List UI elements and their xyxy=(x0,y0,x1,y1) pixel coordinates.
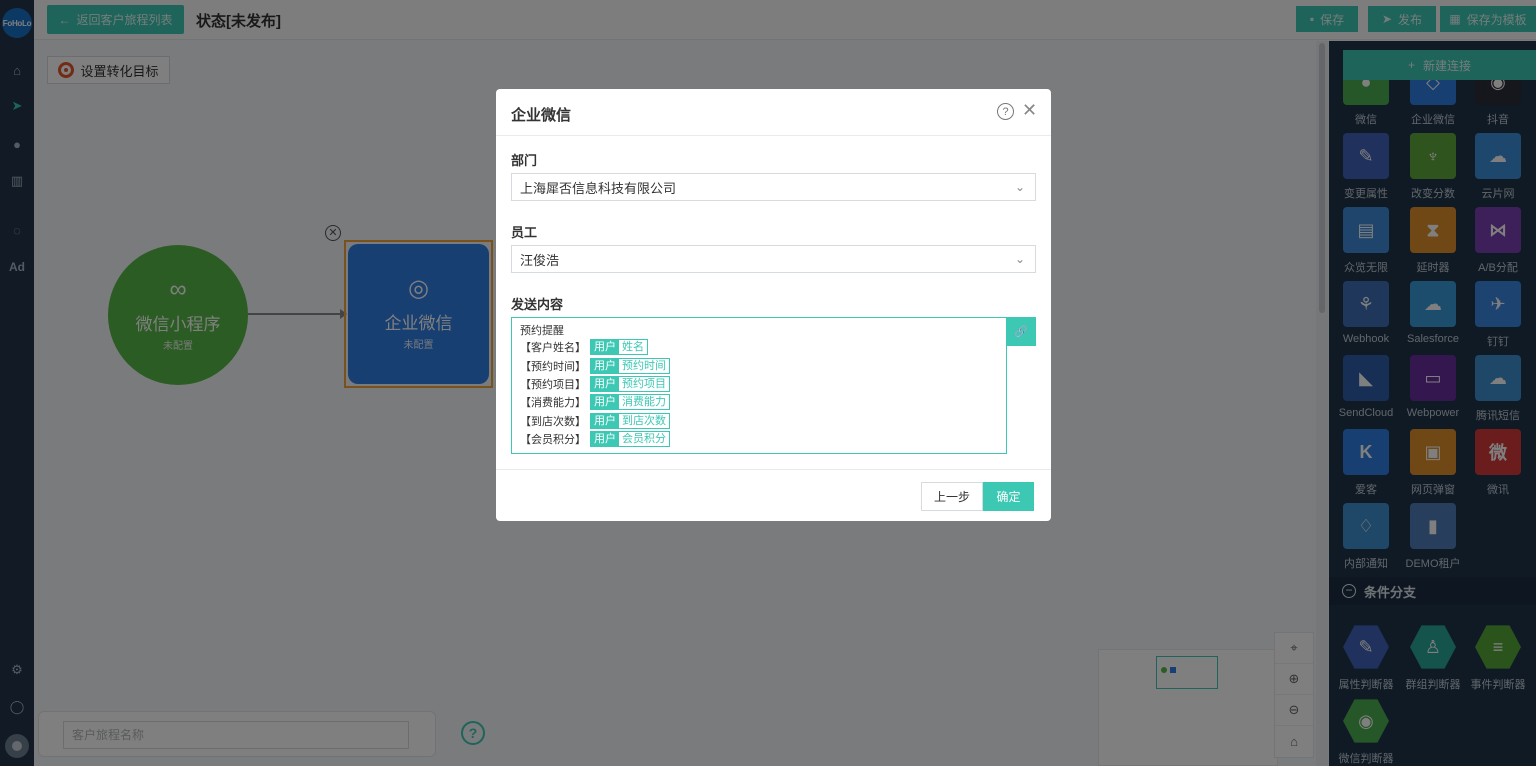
dept-value: 上海犀否信息科技有限公司 xyxy=(520,180,677,196)
tag-field: 消费能力 xyxy=(619,395,669,410)
tag-field: 会员积分 xyxy=(619,432,669,447)
variable-tag[interactable]: 用户 预约项目 xyxy=(590,375,670,392)
line-label: 【预约时间】 xyxy=(520,360,586,373)
variable-tag[interactable]: 用户 消费能力 xyxy=(590,394,670,411)
variable-tag[interactable]: 用户 预约时间 xyxy=(590,357,670,374)
previous-step-button[interactable]: 上一步 xyxy=(921,482,983,511)
message-line: 【预约时间】 用户 预约时间 xyxy=(520,356,998,374)
tag-field: 预约项目 xyxy=(619,376,669,391)
line-label: 【到店次数】 xyxy=(520,415,586,428)
chevron-down-icon: ⌄ xyxy=(1014,252,1025,266)
message-line: 【到店次数】 用户 到店次数 xyxy=(520,412,998,430)
tag-field: 姓名 xyxy=(619,340,647,355)
content-label: 发送内容 xyxy=(511,297,564,312)
tag-source: 用户 xyxy=(591,376,619,391)
staff-label: 员工 xyxy=(511,225,538,240)
line-label: 【消费能力】 xyxy=(520,397,586,410)
close-icon[interactable]: ✕ xyxy=(1022,100,1037,121)
help-icon[interactable]: ? xyxy=(997,103,1014,120)
message-line: 【消费能力】 用户 消费能力 xyxy=(520,393,998,411)
staff-value: 汪俊浩 xyxy=(520,252,560,268)
dept-select[interactable]: 上海犀否信息科技有限公司 ⌄ xyxy=(511,173,1036,201)
line-label: 【客户姓名】 xyxy=(520,342,586,355)
tag-field: 到店次数 xyxy=(619,413,669,428)
line-label: 【预约项目】 xyxy=(520,378,586,391)
tag-source: 用户 xyxy=(591,395,619,410)
link-icon[interactable]: 🔗 xyxy=(1006,317,1036,346)
message-editor[interactable]: 预约提醒 【客户姓名】 用户 姓名 【预约时间】 用户 预约时间 【预约项目】 用户 预约项目【… xyxy=(511,317,1007,454)
tag-source: 用户 xyxy=(591,358,619,373)
dialog-header: 企业微信 ? ✕ xyxy=(496,89,1051,136)
tag-source: 用户 xyxy=(591,413,619,428)
message-line: 【客户姓名】 用户 姓名 xyxy=(520,338,998,356)
message-line: 【预约项目】 用户 预约项目 xyxy=(520,375,998,393)
tag-field: 预约时间 xyxy=(619,358,669,373)
message-line: 【会员积分】 用户 会员积分 xyxy=(520,430,998,448)
tag-source: 用户 xyxy=(591,340,619,355)
variable-tag[interactable]: 用户 到店次数 xyxy=(590,412,670,429)
chevron-down-icon: ⌄ xyxy=(1014,180,1025,194)
dialog-title: 企业微信 xyxy=(511,107,572,124)
line-label: 【会员积分】 xyxy=(520,434,586,447)
tag-source: 用户 xyxy=(591,432,619,447)
variable-tag[interactable]: 用户 会员积分 xyxy=(590,431,670,448)
variable-tag[interactable]: 用户 姓名 xyxy=(590,339,648,356)
dept-label: 部门 xyxy=(511,153,538,168)
message-heading: 预约提醒 xyxy=(520,325,564,337)
staff-select[interactable]: 汪俊浩 ⌄ xyxy=(511,245,1036,273)
confirm-button[interactable]: 确定 xyxy=(983,482,1034,511)
wecom-dialog: 企业微信 ? ✕ 部门 上海犀否信息科技有限公司 ⌄ 员工 汪俊浩 ⌄ 发送内容… xyxy=(496,89,1051,521)
dialog-footer: 上一步 确定 xyxy=(496,469,1051,521)
